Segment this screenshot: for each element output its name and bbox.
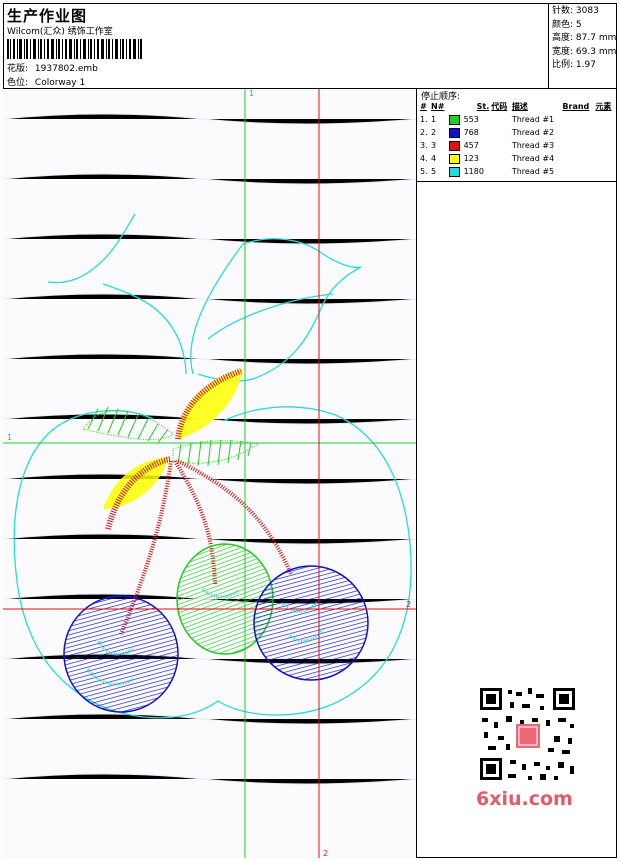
canvas-axes: 1 1 2 2 [3,89,416,858]
specs-box: 针数: 3083 颜色: 5 高度: 87.7 mm 宽度: 69.3 mm 比… [548,3,617,89]
row-element [594,126,615,139]
cherry-left [63,595,179,713]
row-brand [561,113,594,126]
row-n: 3 [431,141,437,150]
col-brand: Brand [562,102,590,111]
colorway-row: 色位: Colorway 1 [7,75,85,88]
design-canvas: 1 1 2 2 [3,89,417,858]
thread-table-header: # N# St. 代码 描述 Brand 元素 [419,100,615,113]
row-num: 1. [420,115,428,124]
row-element [594,113,615,126]
colorway-label: 色位: [7,78,29,88]
col-element: 元素 [595,102,612,111]
axis-label-h2: 2 [406,600,411,609]
col-code: 代码 [491,102,508,111]
row-st: 123 [448,152,491,165]
row-st: 553 [448,113,491,126]
row-n: 5 [431,167,437,176]
col-st: St. [476,102,490,111]
stitch-count: 123 [463,154,479,163]
col-n: N# [431,102,445,111]
row-code [490,113,511,126]
design-row: 花版: 1937802.emb [7,61,98,74]
barcode [7,39,142,59]
axis-label-v1: 1 [249,89,254,98]
header: 生产作业图 Wilcom(汇众) 绣饰工作室 花版: 1937802.emb 色… [3,3,617,89]
col-num: # [420,102,427,111]
stitch-count: 457 [463,141,479,150]
spec-stitches: 针数: 3083 [552,6,599,16]
row-num: 2. [420,128,428,137]
qr-code [470,680,585,800]
spec-height: 高度: 87.7 mm [552,33,617,43]
stitch-count: 768 [463,128,479,137]
row-code [490,126,511,139]
page-title: 生产作业图 [7,7,88,25]
axis-label-v2: 2 [323,849,328,858]
spec-scale: 比例: 1.97 [552,60,596,70]
row-desc: Thread #1 [511,115,555,124]
spec-width: 宽度: 69.3 mm [552,46,617,57]
row-n: 2 [431,128,437,137]
thread-row: 2. 2 768 Thread #2 [419,126,615,139]
row-desc: Thread #2 [511,128,555,137]
thread-color-swatch [448,114,460,125]
company-name: Wilcom(汇众) 绣饰工作室 [7,27,113,37]
row-element [594,139,615,152]
thread-color-swatch [448,140,460,151]
thread-row: 3. 3 457 Thread #3 [419,139,615,152]
thread-table: # N# St. 代码 描述 Brand 元素 1. 1 553 Thread #1 2… [419,100,615,178]
row-n: 4 [431,154,437,163]
row-desc: Thread #5 [511,167,555,176]
embroidery-preview: 1 1 2 2 [3,89,416,858]
thread-color-swatch [448,127,460,138]
design-value: 1937802.emb [34,64,98,74]
thread-color-swatch [448,166,460,177]
thread-color-swatch [448,153,460,164]
spec-colors: 颜色: 5 [552,19,582,30]
row-desc: Thread #4 [511,154,555,163]
row-code [490,139,511,152]
design-label: 花版: [7,64,29,74]
thread-row: 1. 1 553 Thread #1 [419,113,615,126]
row-st: 768 [448,126,491,139]
row-brand [561,152,594,165]
row-brand [561,139,594,152]
thread-row: 5. 5 1180 Thread #5 [419,165,615,178]
cherries [63,543,369,713]
row-desc: Thread #3 [511,141,555,150]
row-brand [561,126,594,139]
thread-row: 4. 4 123 Thread #4 [419,152,615,165]
row-n: 1 [431,115,437,124]
row-num: 4. [420,154,428,163]
colorway-value: Colorway 1 [34,78,86,88]
row-code [490,165,511,178]
table-divider [417,181,617,182]
col-desc: 描述 [511,102,528,111]
watermark-text: 6xiu.com [476,788,573,810]
row-element [594,165,615,178]
axis-label-h1: 1 [7,433,12,442]
stitch-count: 553 [463,115,479,124]
row-code [490,152,511,165]
row-element [594,152,615,165]
row-num: 5. [420,167,428,176]
cherry-right [253,565,369,681]
row-st: 1180 [448,165,491,178]
row-num: 3. [420,141,428,150]
row-brand [561,165,594,178]
row-st: 457 [448,139,491,152]
stitch-count: 1180 [463,167,484,176]
leaf-stitches [82,368,260,530]
